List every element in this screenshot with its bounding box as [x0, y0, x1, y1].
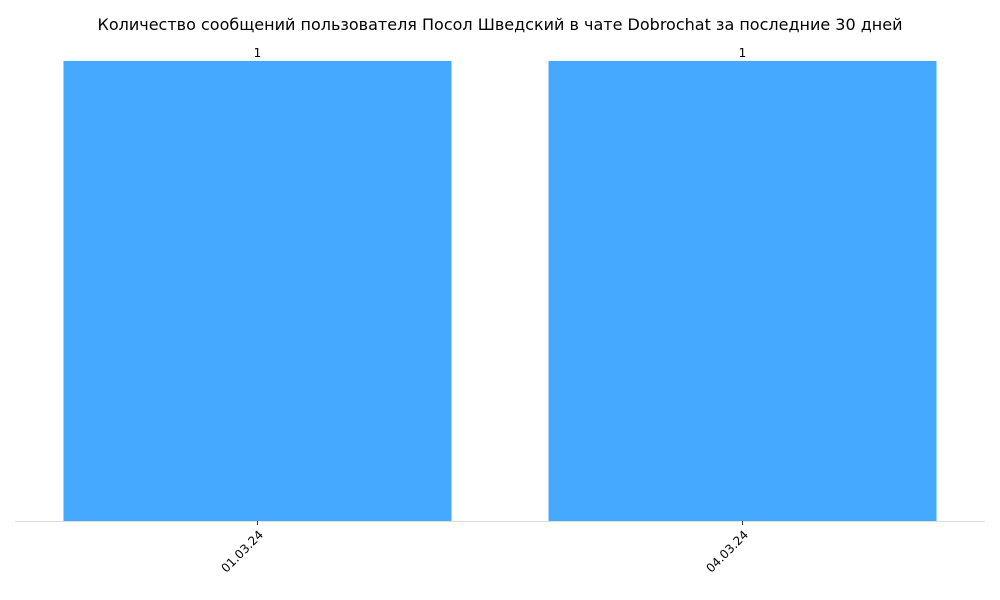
bars-layer: [63, 61, 937, 521]
chart-container: Количество сообщений пользователя Посол …: [0, 0, 1000, 600]
x-ticks-layer: 01.03.24 04.03.24: [218, 521, 751, 575]
bar-04.03.24: [548, 61, 937, 521]
x-tick-label-01.03.24: 01.03.24: [218, 528, 266, 576]
data-label-01.03.24: 1: [254, 46, 262, 60]
bar-01.03.24: [63, 61, 452, 521]
x-tick-label-04.03.24: 04.03.24: [703, 528, 751, 576]
data-labels-layer: 11: [254, 46, 747, 60]
data-label-04.03.24: 1: [739, 46, 747, 60]
chart-title: Количество сообщений пользователя Посол …: [97, 15, 902, 34]
bar-chart: Количество сообщений пользователя Посол …: [15, 15, 985, 575]
